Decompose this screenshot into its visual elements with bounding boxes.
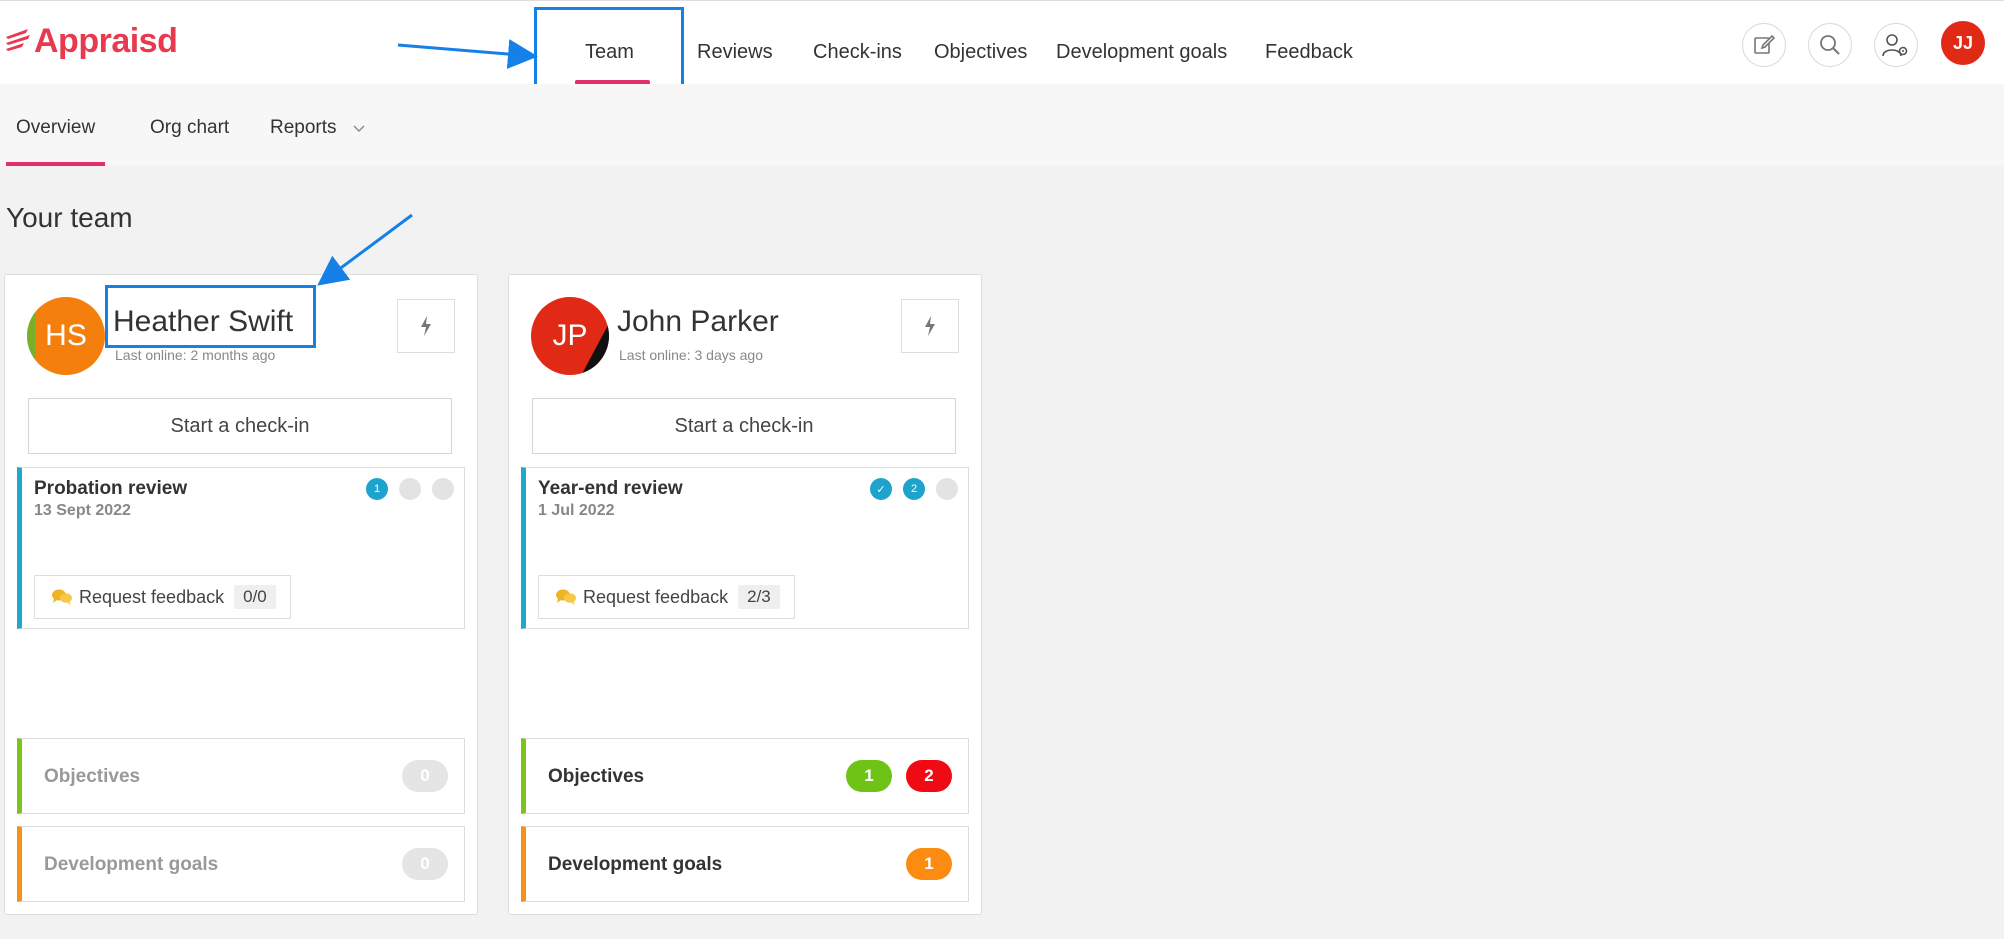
request-feedback-label: Request feedback	[79, 586, 225, 607]
avatar[interactable]: JP	[531, 297, 609, 375]
quick-actions-button[interactable]	[397, 299, 455, 353]
page-title: Your team	[6, 202, 133, 233]
person-name[interactable]: John Parker	[617, 305, 779, 339]
nav-tab-reviews[interactable]: Reviews	[697, 1, 773, 85]
review-title: Year-end review	[538, 478, 683, 499]
subnav-tab-reports[interactable]: Reports	[270, 84, 366, 166]
search-icon	[1820, 35, 1840, 55]
development-goals-label: Development goals	[44, 854, 219, 875]
objectives-counts: 1 2	[846, 760, 952, 792]
review-panel[interactable]: Probation review 13 Sept 2022 1 Request …	[17, 467, 465, 629]
user-settings-icon	[1882, 34, 1908, 57]
app-logo[interactable]: Appraisd	[4, 21, 178, 61]
review-step: 2	[903, 478, 925, 500]
annotation-highlight-name	[105, 285, 316, 348]
edit-button[interactable]	[1742, 23, 1786, 67]
review-step	[399, 478, 421, 500]
start-check-in-button[interactable]: Start a check-in	[28, 398, 452, 454]
subnav-tab-overview[interactable]: Overview	[5, 84, 106, 166]
feedback-count: 2/3	[738, 585, 780, 609]
avatar-initials: HS	[45, 319, 87, 352]
request-feedback-label: Request feedback	[583, 586, 729, 607]
request-feedback-button[interactable]: Request feedback 2/3	[538, 575, 795, 619]
subnav-tab-org-chart[interactable]: Org chart	[150, 84, 229, 166]
team-member-card: HS Heather Swift Last online: 2 months a…	[4, 274, 478, 915]
review-title: Probation review	[34, 478, 188, 499]
review-panel[interactable]: Year-end review 1 Jul 2022 ✓ 2 Request f…	[521, 467, 969, 629]
feedback-count: 0/0	[234, 585, 276, 609]
nav-tab-development-goals[interactable]: Development goals	[1056, 1, 1227, 85]
objectives-counts: 0	[402, 760, 448, 792]
last-online: Last online: 3 days ago	[619, 347, 763, 363]
review-step	[432, 478, 454, 500]
review-steps: 1	[366, 478, 454, 500]
edit-icon	[1754, 34, 1776, 54]
arrow-to-member-name	[317, 213, 413, 286]
lightning-icon	[925, 316, 935, 336]
nav-tab-objectives[interactable]: Objectives	[934, 1, 1027, 85]
objectives-row[interactable]: Objectives 1 2	[521, 738, 969, 814]
lightning-icon	[421, 316, 431, 336]
top-navigation-bar: Appraisd Team Reviews Check-ins Objectiv…	[0, 0, 2004, 85]
development-goals-label: Development goals	[548, 854, 723, 875]
count-badge-overdue: 2	[906, 760, 952, 792]
appraisd-logo-icon	[6, 29, 30, 51]
current-user-avatar[interactable]: JJ	[1941, 21, 1985, 65]
avatar-initials: JP	[552, 319, 588, 352]
chevron-down-icon	[353, 125, 365, 132]
chat-bubbles-icon	[556, 589, 576, 605]
development-goals-counts: 0	[402, 848, 448, 880]
review-step-complete: ✓	[870, 478, 892, 500]
avatar[interactable]: HS	[27, 297, 105, 375]
objectives-label: Objectives	[44, 766, 141, 787]
review-date: 1 Jul 2022	[538, 502, 615, 519]
request-feedback-button[interactable]: Request feedback 0/0	[34, 575, 291, 619]
logo-text: Appraisd	[34, 21, 178, 60]
chat-bubbles-icon	[52, 589, 72, 605]
nav-tab-feedback[interactable]: Feedback	[1265, 1, 1353, 85]
team-member-card: JP John Parker Last online: 3 days ago S…	[508, 274, 982, 915]
objectives-row[interactable]: Objectives 0	[17, 738, 465, 814]
development-goals-counts: 1	[906, 848, 952, 880]
search-button[interactable]	[1808, 23, 1852, 67]
count-badge-on-track: 1	[846, 760, 892, 792]
review-step: 1	[366, 478, 388, 500]
count-badge: 0	[402, 760, 448, 792]
objectives-label: Objectives	[548, 766, 645, 787]
development-goals-row[interactable]: Development goals 0	[17, 826, 465, 902]
quick-actions-button[interactable]	[901, 299, 959, 353]
development-goals-row[interactable]: Development goals 1	[521, 826, 969, 902]
last-online: Last online: 2 months ago	[115, 347, 276, 363]
count-badge: 1	[906, 848, 952, 880]
reports-label: Reports	[270, 117, 337, 138]
user-settings-button[interactable]	[1874, 23, 1918, 67]
current-user-initials: JJ	[1952, 32, 1974, 53]
review-step	[936, 478, 958, 500]
review-steps: ✓ 2	[870, 478, 958, 500]
nav-tab-check-ins[interactable]: Check-ins	[813, 1, 902, 85]
avatar-accent	[27, 297, 35, 375]
review-date: 13 Sept 2022	[34, 502, 131, 519]
start-check-in-button[interactable]: Start a check-in	[532, 398, 956, 454]
sub-navigation: Overview Org chart Reports	[0, 84, 2004, 166]
count-badge: 0	[402, 848, 448, 880]
